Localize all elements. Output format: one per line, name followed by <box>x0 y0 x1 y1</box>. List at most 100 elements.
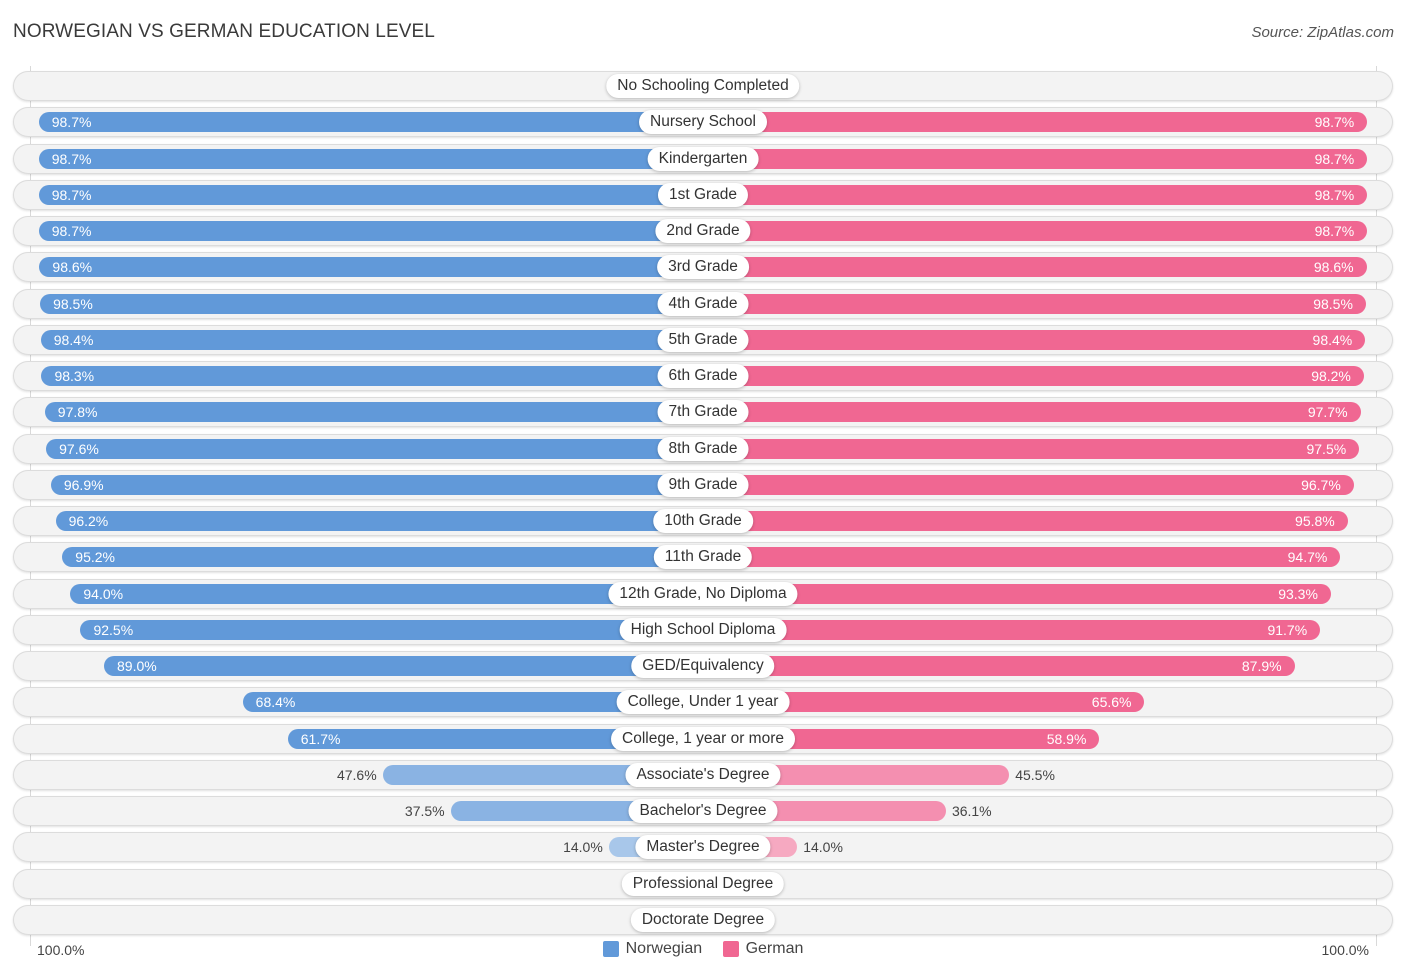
bar-german-high-school-diploma[interactable] <box>703 619 1321 640</box>
value-label-german-nursery-school: 98.7% <box>1314 114 1355 131</box>
chart-area: 1.3%1.4%No Schooling Completed98.7%98.7%… <box>0 0 1406 975</box>
value-label-norwegian-high-school-diploma: 92.5% <box>93 621 134 638</box>
bar-german-11th-grade[interactable] <box>703 547 1341 568</box>
category-label-bachelor-s-degree: Bachelor's Degree <box>628 799 778 823</box>
value-label-norwegian-4th-grade: 98.5% <box>53 295 93 312</box>
bar-norwegian-1st-grade[interactable] <box>38 184 703 205</box>
category-label-ged-equivalency: GED/Equivalency <box>631 654 775 678</box>
value-label-norwegian-12th-grade-no-diploma: 94.0% <box>83 585 124 602</box>
bar-norwegian-6th-grade[interactable] <box>41 366 703 386</box>
value-label-german-4th-grade: 98.5% <box>1313 295 1353 312</box>
value-label-german-ged-equivalency: 87.9% <box>1241 658 1282 674</box>
bar-norwegian-nursery-school[interactable] <box>38 112 703 133</box>
bar-german-6th-grade[interactable] <box>703 366 1364 386</box>
value-label-german-college-under-1-year: 65.6% <box>1091 694 1132 711</box>
value-label-norwegian-master-s-degree: 14.0% <box>563 839 603 856</box>
legend-swatch-norwegian <box>602 941 619 957</box>
value-label-german-3rd-grade: 98.6% <box>1313 259 1354 276</box>
bar-norwegian-8th-grade[interactable] <box>46 438 703 459</box>
bar-german-nursery-school[interactable] <box>703 112 1368 133</box>
value-label-german-master-s-degree: 14.0% <box>803 839 843 856</box>
value-label-norwegian-college-under-1-year: 68.4% <box>255 694 296 711</box>
category-label-7th-grade: 7th Grade <box>657 400 749 425</box>
bar-german-4th-grade[interactable] <box>703 293 1366 314</box>
value-label-german-college-1-year-or-more: 58.9% <box>1046 730 1087 747</box>
value-label-norwegian-5th-grade: 98.4% <box>53 331 94 348</box>
value-label-norwegian-7th-grade: 97.8% <box>57 404 98 421</box>
value-label-german-6th-grade: 98.2% <box>1311 368 1351 384</box>
category-label-3rd-grade: 3rd Grade <box>657 255 749 280</box>
bar-norwegian-10th-grade[interactable] <box>55 511 703 531</box>
value-label-norwegian-11th-grade: 95.2% <box>75 549 115 566</box>
bar-norwegian-kindergarten[interactable] <box>38 148 703 169</box>
value-label-norwegian-associate-s-degree: 47.6% <box>336 766 377 783</box>
bar-german-8th-grade[interactable] <box>703 438 1360 459</box>
value-label-german-associate-s-degree: 45.5% <box>1015 766 1055 783</box>
value-label-norwegian-9th-grade: 96.9% <box>63 476 104 493</box>
category-label-2nd-grade: 2nd Grade <box>655 219 751 243</box>
value-label-norwegian-college-1-year-or-more: 61.7% <box>300 730 341 747</box>
category-label-9th-grade: 9th Grade <box>657 472 749 497</box>
value-label-german-10th-grade: 95.8% <box>1295 513 1335 529</box>
category-label-4th-grade: 4th Grade <box>657 291 749 316</box>
category-label-kindergarten: Kindergarten <box>647 146 759 171</box>
value-label-norwegian-2nd-grade: 98.7% <box>51 223 92 239</box>
value-label-norwegian-6th-grade: 98.3% <box>54 368 95 384</box>
bar-norwegian-11th-grade[interactable] <box>62 547 703 568</box>
category-label-5th-grade: 5th Grade <box>657 327 749 352</box>
value-label-german-8th-grade: 97.5% <box>1306 440 1347 457</box>
value-label-german-1st-grade: 98.7% <box>1314 186 1355 203</box>
value-label-german-11th-grade: 94.7% <box>1287 549 1328 566</box>
category-label-11th-grade: 11th Grade <box>653 545 753 570</box>
bar-norwegian-9th-grade[interactable] <box>50 474 703 495</box>
value-label-norwegian-10th-grade: 96.2% <box>68 513 109 529</box>
bar-german-3rd-grade[interactable] <box>703 257 1367 278</box>
bar-norwegian-2nd-grade[interactable] <box>38 221 703 241</box>
bar-german-10th-grade[interactable] <box>703 511 1348 531</box>
category-label-12th-grade-no-diploma: 12th Grade, No Diploma <box>608 581 798 606</box>
category-label-8th-grade: 8th Grade <box>657 436 749 461</box>
legend-label-german: German <box>745 940 804 957</box>
bar-german-7th-grade[interactable] <box>703 402 1361 423</box>
value-label-german-kindergarten: 98.7% <box>1314 150 1355 167</box>
value-label-german-5th-grade: 98.4% <box>1312 331 1353 348</box>
category-label-10th-grade: 10th Grade <box>653 509 753 533</box>
category-label-6th-grade: 6th Grade <box>657 364 749 388</box>
category-label-associate-s-degree: Associate's Degree <box>625 762 781 787</box>
bar-german-9th-grade[interactable] <box>703 474 1354 495</box>
value-label-german-9th-grade: 96.7% <box>1301 476 1341 493</box>
value-label-german-12th-grade-no-diploma: 93.3% <box>1278 585 1318 602</box>
bar-norwegian-ged-equivalency[interactable] <box>104 656 703 676</box>
bar-norwegian-3rd-grade[interactable] <box>39 257 703 278</box>
bar-norwegian-7th-grade[interactable] <box>44 402 703 423</box>
value-label-norwegian-nursery-school: 98.7% <box>51 114 92 131</box>
legend-item-norwegian[interactable]: Norwegian <box>602 940 703 958</box>
category-label-professional-degree: Professional Degree <box>621 871 785 896</box>
value-label-german-2nd-grade: 98.7% <box>1314 223 1355 239</box>
legend-swatch-german <box>722 941 739 957</box>
category-label-college-1-year-or-more: College, 1 year or more <box>611 726 795 751</box>
category-label-1st-grade: 1st Grade <box>657 182 749 207</box>
category-label-college-under-1-year: College, Under 1 year <box>616 690 790 715</box>
category-label-no-schooling-completed: No Schooling Completed <box>606 74 800 98</box>
bar-german-kindergarten[interactable] <box>703 148 1368 169</box>
bar-german-5th-grade[interactable] <box>703 329 1366 350</box>
value-label-german-high-school-diploma: 91.7% <box>1267 621 1308 638</box>
legend: Norwegian German <box>0 940 1406 962</box>
bar-german-2nd-grade[interactable] <box>703 221 1368 241</box>
value-label-norwegian-kindergarten: 98.7% <box>51 150 92 167</box>
bar-norwegian-4th-grade[interactable] <box>40 293 703 314</box>
value-label-norwegian-8th-grade: 97.6% <box>59 440 99 457</box>
bar-german-ged-equivalency[interactable] <box>703 656 1295 676</box>
bar-norwegian-high-school-diploma[interactable] <box>80 619 703 640</box>
bar-norwegian-5th-grade[interactable] <box>40 329 703 350</box>
value-label-german-bachelor-s-degree: 36.1% <box>951 803 992 819</box>
value-label-norwegian-ged-equivalency: 89.0% <box>117 658 157 674</box>
bar-german-1st-grade[interactable] <box>703 184 1368 205</box>
value-label-norwegian-1st-grade: 98.7% <box>51 186 92 203</box>
legend-label-norwegian: Norwegian <box>625 940 703 957</box>
legend-item-german[interactable]: German <box>722 940 804 958</box>
value-label-norwegian-bachelor-s-degree: 37.5% <box>404 803 445 819</box>
category-label-master-s-degree: Master's Degree <box>635 835 771 860</box>
category-label-nursery-school: Nursery School <box>639 110 767 135</box>
